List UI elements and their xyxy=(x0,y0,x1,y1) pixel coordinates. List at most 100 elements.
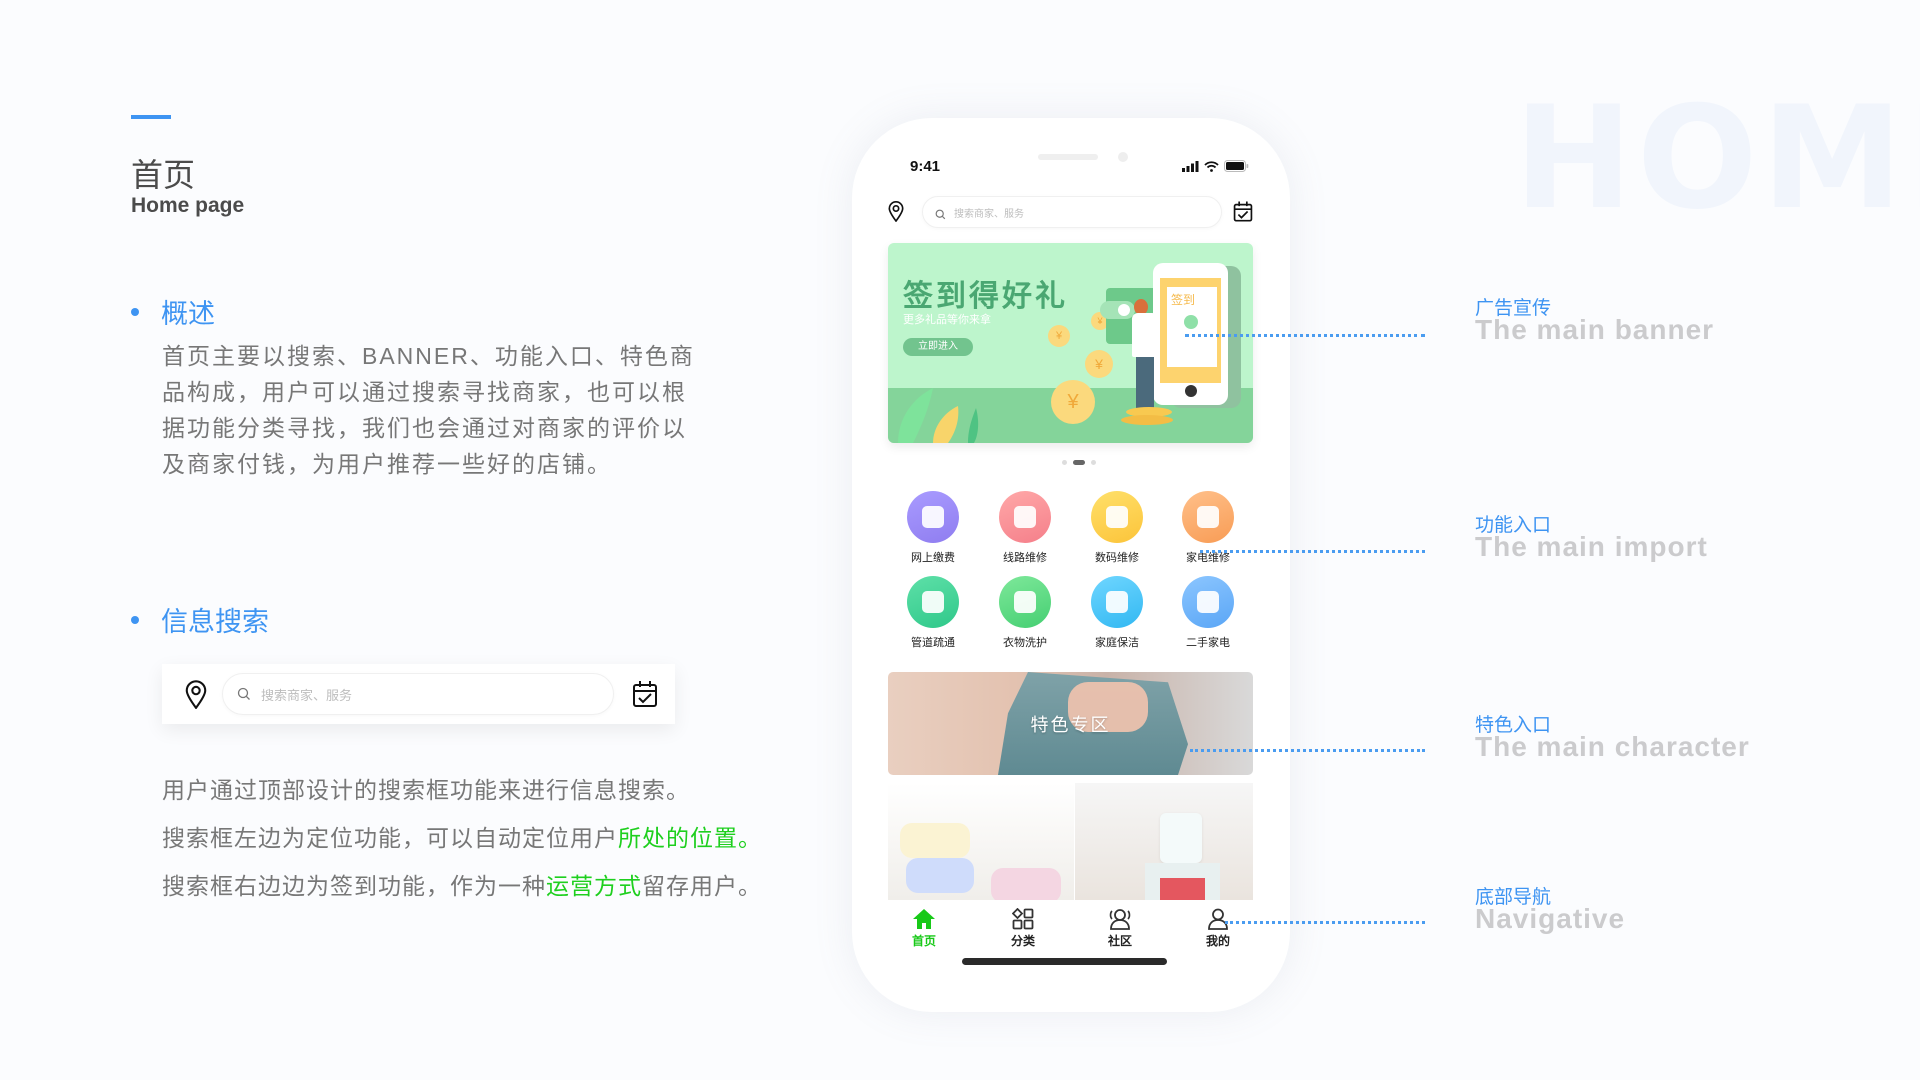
function-label: 数码维修 xyxy=(1095,552,1139,564)
function-label: 家庭保洁 xyxy=(1095,637,1139,649)
product-tile-lunchbox[interactable] xyxy=(888,783,1074,900)
desc-highlight: 运营方式 xyxy=(546,873,642,899)
tshirt-icon xyxy=(1014,591,1036,613)
carousel-dot[interactable] xyxy=(1091,460,1096,465)
phone-search-placeholder: 搜索商家、服务 xyxy=(954,208,1024,220)
tab-label: 我的 xyxy=(1205,934,1230,948)
search-heading: 信息搜索 xyxy=(131,600,269,639)
tab-label: 社区 xyxy=(1107,934,1132,948)
tab-4[interactable]: 我的 xyxy=(1188,908,1248,949)
check-in-label: 签到 xyxy=(1171,293,1196,307)
search-placeholder: 搜索商家、服务 xyxy=(261,687,353,703)
desc-highlight: 所处的位置。 xyxy=(618,825,762,851)
gamepad-icon xyxy=(1106,506,1128,528)
phone-home-button xyxy=(1185,385,1197,397)
trash-bin-icon xyxy=(1106,591,1128,613)
front-camera xyxy=(1118,152,1128,162)
location-pin-icon[interactable] xyxy=(182,679,210,710)
lunchbox-blue xyxy=(906,858,974,893)
function-label: 衣物洗护 xyxy=(1003,637,1047,649)
page-title: 首页 xyxy=(131,157,196,193)
check-in-calendar-icon[interactable] xyxy=(631,679,659,709)
function-label: 管道疏通 xyxy=(911,637,955,649)
banner-enter-button[interactable]: 立即进入 xyxy=(903,338,973,356)
home-watermark: HOME xyxy=(1514,76,1920,241)
desc-text: 搜索框左边为定位功能，可以自动定位用户 xyxy=(162,825,618,851)
community-icon xyxy=(1090,908,1150,932)
tab-label: 分类 xyxy=(1010,934,1035,948)
function-label: 二手家电 xyxy=(1186,637,1230,649)
coin-icon: ¥ xyxy=(1048,325,1070,347)
phone-mockup: 9:41 搜索商家、服务 签到得好礼 更多礼品等你来拿 立即进入 ¥ ¥ ¥ ¥ xyxy=(852,118,1290,1012)
function-item-6[interactable] xyxy=(999,576,1051,628)
annotation-nav-en: Navigative xyxy=(1475,903,1626,934)
search-desc-line-2: 搜索框左边为定位功能，可以自动定位用户所处的位置。 xyxy=(162,814,762,862)
annotation-line-nav xyxy=(1225,921,1425,924)
category-icon xyxy=(993,907,1053,932)
carousel-dot-active[interactable] xyxy=(1073,460,1085,465)
home-indicator xyxy=(962,958,1167,965)
tab-1[interactable]: 首页 xyxy=(894,908,954,949)
function-item-4[interactable] xyxy=(1182,491,1234,543)
function-item-5[interactable] xyxy=(907,576,959,628)
plants-illustration xyxy=(898,388,979,443)
annotation-line-banner xyxy=(1185,334,1425,337)
tab-2[interactable]: 分类 xyxy=(993,907,1053,949)
recycle-bin-icon xyxy=(1197,591,1219,613)
signal-icon xyxy=(1182,160,1199,172)
person-body xyxy=(1132,313,1158,357)
search-icon xyxy=(237,687,251,701)
desc-text: 用户通过顶部设计的搜索框功能来进行信息搜索。 xyxy=(162,777,690,803)
banner-subtitle: 更多礼品等你来拿 xyxy=(903,314,991,326)
phone-search-input[interactable]: 搜索商家、服务 xyxy=(922,196,1222,228)
search-heading-text: 信息搜索 xyxy=(161,607,269,637)
banner-title: 签到得好礼 xyxy=(903,280,1068,313)
check-in-calendar-icon[interactable] xyxy=(1232,200,1254,228)
overview-heading: 概述 xyxy=(131,292,215,331)
wifi-icon xyxy=(1204,160,1219,172)
annotation-line-feature xyxy=(1190,749,1425,752)
blender-body xyxy=(1160,813,1202,863)
map-pin-icon xyxy=(1014,506,1036,528)
search-desc-line-1: 用户通过顶部设计的搜索框功能来进行信息搜索。 xyxy=(162,766,762,814)
function-item-2[interactable] xyxy=(999,491,1051,543)
carousel-dot[interactable] xyxy=(1062,460,1067,465)
product-tile-blender[interactable] xyxy=(1075,783,1253,900)
tab-label: 首页 xyxy=(911,934,936,948)
accent-bar xyxy=(131,115,171,119)
function-item-7[interactable] xyxy=(1091,576,1143,628)
function-item-3[interactable] xyxy=(1091,491,1143,543)
status-time: 9:41 xyxy=(910,158,941,175)
tab-3[interactable]: 社区 xyxy=(1090,908,1150,949)
annotation-feature-en: The main character xyxy=(1475,731,1750,762)
function-item-8[interactable] xyxy=(1182,576,1234,628)
function-item-1[interactable] xyxy=(907,491,959,543)
coin-icon: ¥ xyxy=(1051,380,1095,424)
page-subtitle: Home page xyxy=(131,194,245,217)
lunchbox-yellow xyxy=(900,823,970,858)
home-icon xyxy=(894,908,954,932)
desc-text: 搜索框右边边为签到功能，作为一种 xyxy=(162,873,546,899)
annotation-functions-en: The main import xyxy=(1475,531,1708,562)
search-icon xyxy=(935,207,946,219)
search-description: 用户通过顶部设计的搜索框功能来进行信息搜索。 搜索框左边为定位功能，可以自动定位… xyxy=(162,766,762,910)
annotation-banner-en: The main banner xyxy=(1475,314,1715,345)
coin-icon: ¥ xyxy=(1085,350,1113,378)
annotation-line-functions xyxy=(1200,550,1425,553)
search-desc-line-3: 搜索框右边边为签到功能，作为一种运营方式留存用户。 xyxy=(162,862,762,910)
bullet-dot xyxy=(131,307,139,316)
coin-stack xyxy=(1121,415,1173,425)
search-input[interactable]: 搜索商家、服务 xyxy=(222,673,614,715)
payment-hand-icon xyxy=(922,506,944,528)
profile-icon xyxy=(1188,908,1248,932)
feature-zone-banner[interactable]: 特色专区 xyxy=(888,672,1253,775)
main-banner[interactable]: 签到得好礼 更多礼品等你来拿 立即进入 ¥ ¥ ¥ ¥ 签到 xyxy=(888,243,1253,443)
pipe-icon xyxy=(922,591,944,613)
location-pin-icon[interactable] xyxy=(886,200,906,227)
speaker-grille xyxy=(1038,154,1098,160)
desc-text: 留存用户。 xyxy=(642,873,762,899)
person-legs xyxy=(1136,357,1154,409)
check-mark-icon xyxy=(1184,315,1198,329)
status-icons xyxy=(1182,160,1249,172)
blender-fruit xyxy=(1160,878,1205,900)
